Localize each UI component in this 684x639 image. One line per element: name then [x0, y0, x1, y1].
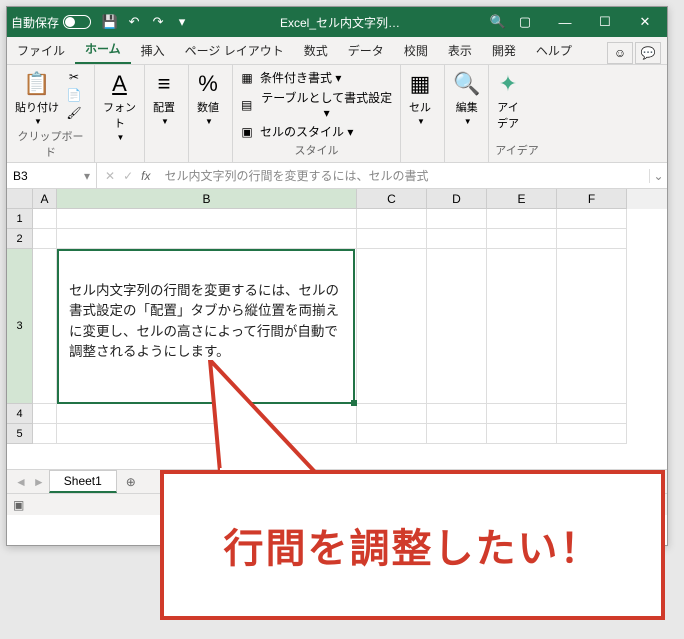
paste-label: 貼り付け — [15, 99, 59, 115]
enter-formula-icon[interactable]: ✓ — [123, 169, 133, 183]
save-icon[interactable]: 💾 — [101, 13, 119, 31]
ribbon: 📋 貼り付け ▼ ✂ 📄 🖌 クリップボード Aフォント▼ ≡配置▼ %数値▼ — [7, 65, 667, 163]
col-head-c[interactable]: C — [357, 189, 427, 209]
group-alignment: ≡配置▼ — [145, 65, 189, 162]
cancel-formula-icon[interactable]: ✕ — [105, 169, 115, 183]
group-label-styles: スタイル — [239, 142, 394, 158]
row-head[interactable]: 3 — [7, 249, 33, 404]
cell-style-icon: ▣ — [239, 125, 255, 139]
tab-developer[interactable]: 開発 — [482, 36, 526, 64]
col-head-e[interactable]: E — [487, 189, 557, 209]
row-head[interactable]: 1 — [7, 209, 33, 229]
comments-button[interactable]: 💬 — [635, 42, 661, 64]
font-button[interactable]: Aフォント▼ — [101, 69, 138, 144]
cells-label: セル — [409, 99, 431, 115]
next-sheet-icon[interactable]: ► — [33, 475, 45, 489]
cells-button[interactable]: ▦セル▼ — [407, 69, 433, 128]
find-icon: 🔍 — [453, 71, 480, 97]
group-cells: ▦セル▼ — [401, 65, 445, 162]
ideas-icon: ✦ — [499, 71, 517, 97]
tab-formulas[interactable]: 数式 — [294, 36, 338, 64]
search-icon[interactable]: 🔍 — [489, 13, 507, 31]
group-styles: ▦条件付き書式 ▾ ▤テーブルとして書式設定 ▾ ▣セルのスタイル ▾ スタイル — [233, 65, 401, 162]
select-all-corner[interactable] — [7, 189, 33, 209]
tab-help[interactable]: ヘルプ — [526, 36, 582, 64]
cond-format-icon: ▦ — [239, 71, 255, 85]
font-label: フォント — [103, 99, 136, 131]
tab-home[interactable]: ホーム — [75, 34, 131, 64]
group-label-ideas: アイデア — [495, 142, 539, 158]
sheet-tab[interactable]: Sheet1 — [49, 470, 117, 493]
redo-icon[interactable]: ↷ — [149, 13, 167, 31]
maximize-button[interactable]: ☐ — [587, 8, 623, 36]
callout-text: 行間を調整したい！ — [224, 516, 602, 574]
col-head-a[interactable]: A — [33, 189, 57, 209]
formula-input[interactable]: セル内文字列の行間を変更するには、セルの書式 — [158, 167, 649, 184]
editing-label: 編集 — [456, 99, 478, 115]
tab-insert[interactable]: 挿入 — [131, 36, 175, 64]
align-label: 配置 — [153, 99, 175, 115]
tab-review[interactable]: 校閲 — [394, 36, 438, 64]
record-macro-icon[interactable]: ▣ — [13, 498, 24, 512]
cut-icon[interactable]: ✂ — [65, 69, 83, 85]
fx-icon[interactable]: fx — [141, 169, 150, 183]
font-icon: A — [112, 71, 127, 97]
format-painter-icon[interactable]: 🖌 — [65, 105, 83, 121]
group-editing: 🔍編集▼ — [445, 65, 489, 162]
qat-more-icon[interactable]: ▾ — [173, 13, 191, 31]
expand-formula-icon[interactable]: ⌄ — [649, 169, 667, 183]
row-head[interactable]: 4 — [7, 404, 33, 424]
chevron-down-icon: ▼ — [34, 117, 42, 126]
ideas-label: アイ デア — [497, 99, 519, 131]
prev-sheet-icon[interactable]: ◄ — [15, 475, 27, 489]
editing-button[interactable]: 🔍編集▼ — [451, 69, 482, 128]
paste-icon: 📋 — [23, 71, 50, 97]
align-icon: ≡ — [158, 71, 171, 97]
group-clipboard: 📋 貼り付け ▼ ✂ 📄 🖌 クリップボード — [7, 65, 95, 162]
copy-icon[interactable]: 📄 — [65, 87, 83, 103]
ideas-button[interactable]: ✦アイ デア — [495, 69, 521, 133]
tab-file[interactable]: ファイル — [7, 36, 75, 64]
annotation-callout: 行間を調整したい！ — [160, 440, 670, 625]
minimize-button[interactable]: — — [547, 8, 583, 36]
col-head-f[interactable]: F — [557, 189, 627, 209]
group-ideas: ✦アイ デア アイデア — [489, 65, 545, 162]
undo-icon[interactable]: ↶ — [125, 13, 143, 31]
share-button[interactable]: ☺ — [607, 42, 633, 64]
formula-bar: B3▾ ✕ ✓ fx セル内文字列の行間を変更するには、セルの書式 ⌄ — [7, 163, 667, 189]
ribbon-display-icon[interactable]: ▢ — [507, 8, 543, 36]
callout-tail-icon — [210, 360, 315, 472]
paste-button[interactable]: 📋 貼り付け ▼ — [13, 69, 61, 128]
col-head-d[interactable]: D — [427, 189, 487, 209]
close-button[interactable]: ✕ — [627, 8, 663, 36]
quick-access-toolbar: 💾 ↶ ↷ ▾ — [101, 13, 191, 31]
group-label-clipboard: クリップボード — [13, 128, 88, 160]
cell-styles-button[interactable]: ▣セルのスタイル ▾ — [239, 123, 353, 140]
tab-view[interactable]: 表示 — [438, 36, 482, 64]
table-icon: ▤ — [239, 98, 254, 112]
format-as-table-button[interactable]: ▤テーブルとして書式設定 ▾ — [239, 89, 394, 120]
col-head-b[interactable]: B — [57, 189, 357, 209]
tab-layout[interactable]: ページ レイアウト — [175, 36, 294, 64]
autosave-label: 自動保存 — [11, 14, 59, 31]
group-font: Aフォント▼ — [95, 65, 145, 162]
ribbon-tabs: ファイル ホーム 挿入 ページ レイアウト 数式 データ 校閲 表示 開発 ヘル… — [7, 37, 667, 65]
autosave-toggle[interactable]: 自動保存 — [11, 14, 91, 31]
row-head[interactable]: 2 — [7, 229, 33, 249]
cells-icon: ▦ — [410, 71, 431, 97]
title-bar: 自動保存 💾 ↶ ↷ ▾ Excel_セル内文字列… 🔍 ▢ — ☐ ✕ — [7, 7, 667, 37]
number-label: 数値 — [197, 99, 219, 115]
window-title: Excel_セル内文字列… — [191, 14, 489, 31]
name-box[interactable]: B3▾ — [7, 163, 97, 188]
add-sheet-button[interactable]: ⊕ — [121, 475, 141, 489]
toggle-off-icon[interactable] — [63, 15, 91, 29]
tab-data[interactable]: データ — [338, 36, 394, 64]
row-head[interactable]: 5 — [7, 424, 33, 444]
align-button[interactable]: ≡配置▼ — [151, 69, 177, 128]
percent-icon: % — [198, 71, 218, 97]
group-number: %数値▼ — [189, 65, 233, 162]
conditional-formatting-button[interactable]: ▦条件付き書式 ▾ — [239, 69, 341, 86]
number-button[interactable]: %数値▼ — [195, 69, 221, 128]
